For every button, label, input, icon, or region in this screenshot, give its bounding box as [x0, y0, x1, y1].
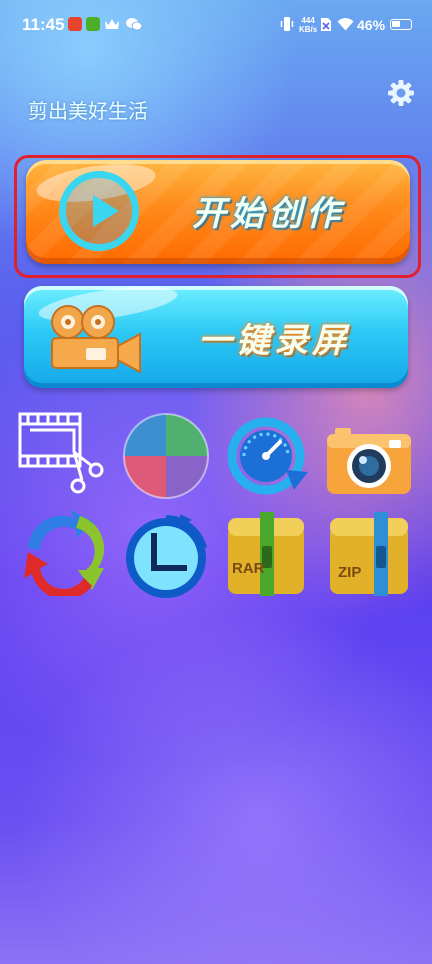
gear-icon[interactable] — [386, 78, 416, 108]
speed-gauge-icon[interactable] — [222, 410, 310, 498]
zip-label: ZIP — [338, 564, 362, 581]
network-speed: 444 KB/s — [299, 16, 317, 34]
timer-clock-icon[interactable] — [122, 512, 210, 600]
notification-app-icon-2 — [86, 17, 100, 31]
status-bar: 11:45 444 KB/s 46% — [0, 0, 432, 50]
rar-archive-graphic — [228, 512, 304, 596]
camera-icon[interactable] — [325, 416, 413, 504]
tagline: 剪出美好生活 — [28, 99, 148, 123]
wifi-icon — [337, 18, 354, 31]
color-wheel-icon[interactable] — [122, 412, 210, 500]
play-triangle-icon — [93, 195, 119, 227]
zip-archive-icon[interactable]: ZIP — [328, 512, 410, 596]
screen-record-label: 一键录屏 — [198, 321, 350, 361]
camcorder-icon — [51, 305, 141, 374]
battery-percentage: 46% — [357, 17, 386, 33]
convert-arrows-icon[interactable] — [18, 508, 106, 596]
wechat-icon — [126, 18, 142, 31]
battery-icon — [390, 19, 412, 30]
zip-archive-graphic — [330, 512, 408, 596]
network-speed-value: 444 — [301, 16, 315, 25]
network-speed-unit: KB/s — [299, 25, 318, 34]
rar-archive-icon[interactable]: RAR — [226, 512, 306, 596]
vibrate-icon — [280, 17, 294, 31]
rar-label: RAR — [232, 560, 265, 577]
status-time: 11:45 — [22, 15, 65, 34]
crown-icon — [105, 19, 119, 29]
start-create-label: 开始创作 — [192, 194, 344, 234]
notification-app-icon-1 — [68, 17, 82, 31]
crop-video-icon[interactable] — [16, 408, 104, 496]
sim-off-icon — [321, 18, 331, 31]
